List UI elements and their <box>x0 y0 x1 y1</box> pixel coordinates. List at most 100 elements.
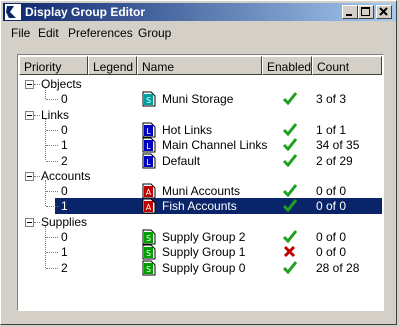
count-cell: 0 of 0 <box>316 184 347 199</box>
svg-text:S: S <box>146 265 151 274</box>
menu-bar: File Edit Preferences Group <box>3 23 396 41</box>
column-header-legend[interactable]: Legend <box>88 56 137 75</box>
maximize-icon <box>361 7 370 16</box>
tree-line <box>46 99 58 101</box>
collapse-toggle[interactable] <box>25 80 34 89</box>
count-cell: 34 of 35 <box>316 138 360 153</box>
tree-line <box>46 129 58 131</box>
collapse-toggle[interactable] <box>25 171 34 181</box>
menu-edit[interactable]: Edit <box>38 26 59 40</box>
priority-cell: 1 <box>61 245 68 260</box>
tree-line <box>46 206 58 208</box>
group-row-supplies[interactable]: Supplies <box>19 214 382 230</box>
priority-cell: 2 <box>61 153 68 168</box>
group-type-icon: S <box>142 91 156 107</box>
tree-line <box>46 237 58 238</box>
app-icon <box>5 4 21 20</box>
priority-cell: 0 <box>61 184 68 199</box>
check-icon <box>283 138 297 152</box>
name-cell: Default <box>162 153 201 168</box>
count-cell: 0 of 0 <box>316 230 347 244</box>
tree-line <box>46 191 58 193</box>
group-type-icon: L <box>142 137 156 153</box>
column-header-count[interactable]: Count <box>312 56 382 75</box>
priority-cell: 2 <box>61 260 68 275</box>
svg-text:L: L <box>146 158 151 167</box>
table-row[interactable]: 0 S Muni Storage 3 of 3 <box>19 91 382 107</box>
check-icon <box>283 230 297 243</box>
name-cell: Hot Links <box>162 122 213 137</box>
minimize-button[interactable] <box>342 5 358 19</box>
table-row[interactable]: 0 S Supply Group 2 0 of 0 <box>19 229 382 245</box>
svg-text:L: L <box>146 127 151 136</box>
tree-line <box>46 145 58 147</box>
svg-text:A: A <box>146 203 152 212</box>
check-icon <box>283 184 297 198</box>
minimize-icon <box>346 14 352 16</box>
priority-cell: 0 <box>61 92 68 107</box>
group-label: Supplies <box>41 214 88 229</box>
name-cell: Supply Group 2 <box>162 230 246 244</box>
count-cell: 2 of 29 <box>316 153 353 168</box>
name-cell: Supply Group 0 <box>162 260 246 275</box>
group-label: Objects <box>41 77 82 91</box>
collapse-toggle[interactable] <box>25 110 34 120</box>
table-row[interactable]: 2 S Supply Group 0 28 of 28 <box>19 260 382 276</box>
check-icon <box>283 153 297 167</box>
group-label: Accounts <box>41 168 91 183</box>
priority-cell: 1 <box>61 199 68 214</box>
group-type-icon: S <box>142 260 156 276</box>
table-row[interactable]: 1 S Supply Group 1 0 of 0 <box>19 244 382 260</box>
count-cell: 0 of 0 <box>316 199 347 214</box>
check-icon <box>283 260 297 274</box>
display-group-editor-window: Display Group Editor File Edit Preferenc… <box>0 0 397 325</box>
group-type-icon: L <box>142 153 156 168</box>
maximize-button[interactable] <box>358 5 374 19</box>
check-icon <box>283 199 297 213</box>
count-cell: 28 of 28 <box>316 260 360 275</box>
svg-text:S: S <box>146 96 151 105</box>
priority-cell: 1 <box>61 138 68 153</box>
group-type-icon: A <box>142 183 156 199</box>
title-bar[interactable]: Display Group Editor <box>3 3 396 21</box>
table-row[interactable]: 0 L Hot Links 1 of 1 <box>19 122 382 138</box>
tree-line <box>46 252 58 254</box>
tree-line <box>46 267 58 269</box>
group-row-objects[interactable]: Objects <box>19 76 382 92</box>
group-row-accounts[interactable]: Accounts <box>19 168 382 184</box>
name-cell: Muni Storage <box>162 92 234 107</box>
svg-text:S: S <box>146 234 151 243</box>
column-header-name[interactable]: Name <box>137 56 262 75</box>
table-row[interactable]: 2 L Default 2 of 29 <box>19 153 382 169</box>
collapse-toggle[interactable] <box>25 217 34 227</box>
group-type-icon: L <box>142 122 156 138</box>
menu-group[interactable]: Group <box>138 26 171 40</box>
tree-line <box>34 221 40 223</box>
check-icon <box>283 122 297 136</box>
name-cell: Main Channel Links <box>162 138 268 153</box>
table-row[interactable]: 1 L Main Channel Links 34 of 35 <box>19 137 382 153</box>
priority-cell: 0 <box>61 230 68 244</box>
table-header: Priority Legend Name Enabled Count <box>19 56 382 75</box>
column-header-priority[interactable]: Priority <box>19 56 88 75</box>
svg-text:S: S <box>146 249 151 258</box>
group-row-links[interactable]: Links <box>19 107 382 123</box>
menu-file[interactable]: File <box>11 26 30 40</box>
window-title: Display Group Editor <box>25 5 146 19</box>
group-type-icon: A <box>142 198 156 214</box>
close-icon <box>379 7 388 16</box>
tree-line <box>34 114 40 116</box>
tree-line <box>34 84 40 85</box>
table-row[interactable]: 0 A Muni Accounts 0 of 0 <box>19 183 382 199</box>
count-cell: 1 of 1 <box>316 122 347 137</box>
group-type-icon: S <box>142 244 156 260</box>
name-cell: Supply Group 1 <box>162 245 246 260</box>
tree-line <box>34 175 40 177</box>
table-row[interactable]: 1 A Fish Accounts 0 of 0 <box>19 198 382 215</box>
count-cell: 0 of 0 <box>316 245 347 260</box>
close-button[interactable] <box>376 5 392 19</box>
column-header-enabled[interactable]: Enabled <box>262 56 312 75</box>
priority-cell: 0 <box>61 122 68 137</box>
count-cell: 3 of 3 <box>316 92 347 107</box>
menu-preferences[interactable]: Preferences <box>68 26 133 40</box>
